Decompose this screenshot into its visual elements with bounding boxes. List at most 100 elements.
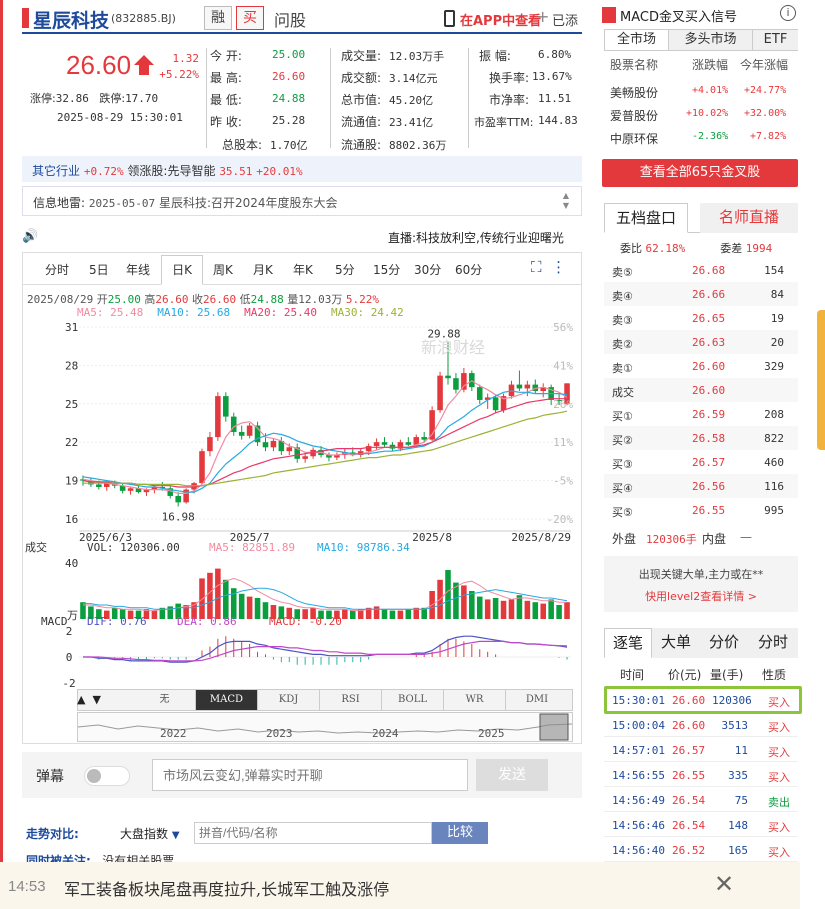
view-all-signals-button[interactable]: 查看全部65只金叉股 (602, 159, 798, 187)
kline-chart-svg[interactable]: 31 28 25 22 19 16 56% 41% 26% 11% -5% -20% 新浪财经29.88… (23, 319, 581, 687)
signal-stock-name[interactable]: 美畅股份 (610, 84, 658, 101)
danmaku-input[interactable] (152, 759, 468, 791)
tab-time-share[interactable]: 分时 (748, 628, 798, 658)
news-mine-row[interactable]: 信息地雷: 2025-05-07 星辰科技:召开2024年度股东大会 ▲ ▼ (22, 186, 582, 216)
orderbook-level: 买④ (612, 482, 633, 495)
volume-bar (151, 610, 158, 619)
tab-monthly-k[interactable]: 月K (253, 261, 273, 278)
indicator-tab-kdj[interactable]: KDJ (258, 690, 320, 710)
leader-stock[interactable]: 先导智能 (167, 164, 215, 178)
indicator-tab-boll[interactable]: BOLL (382, 690, 444, 710)
buy-button[interactable]: 买 (236, 6, 264, 30)
tab-daily-k[interactable]: 日K (161, 255, 203, 285)
trade-price: 26.54 (672, 794, 706, 807)
y-axis-pct-label: 11% (553, 436, 573, 449)
compare-index-select[interactable]: 大盘指数 ▼ (120, 825, 180, 842)
signal-stock-name[interactable]: 中原环保 (610, 130, 658, 147)
tab-30min[interactable]: 30分 (414, 261, 441, 278)
info-icon[interactable]: i (780, 5, 796, 21)
open-in-app-link[interactable]: 在APP中查看 (460, 10, 541, 29)
zoom-out-arrow-icon[interactable]: ▼ (92, 693, 100, 706)
float-shares-value: 8802.36万 (389, 139, 447, 152)
tab-60min[interactable]: 60分 (455, 261, 482, 278)
live-text[interactable]: 科技放利空,传统行业迎曙光 (416, 231, 564, 245)
compare-stock-input[interactable] (194, 822, 432, 844)
level2-link[interactable]: 快用level2查看详情 > (604, 588, 798, 604)
volume-bar (254, 598, 261, 619)
candle-body (270, 440, 277, 448)
ticker-text[interactable]: 军工装备板块尾盘再度拉升,长城军工触及涨停 (64, 876, 389, 900)
bar-vol: 12.03万 (298, 293, 343, 306)
col-price: 价(元) (668, 668, 702, 682)
macd-y-label: 0 (66, 651, 73, 664)
news-ticker[interactable]: 14:53 军工装备板块尾盘再度拉升,长城军工触及涨停 ✕ (0, 862, 800, 909)
fullscreen-icon[interactable]: ⛶ (531, 258, 542, 276)
indicator-tab-macd[interactable]: MACD (196, 690, 258, 710)
indicator-tab-wr[interactable]: WR (444, 690, 506, 710)
tab-tick-by-tick[interactable]: 逐笔 (604, 628, 652, 658)
orderbook-row: 卖① 26.60 329 (604, 354, 798, 378)
time-range-navigator[interactable]: 2022 2023 2024 2025 (77, 712, 573, 742)
tab-expert-live[interactable]: 名师直播 (700, 203, 798, 233)
tab-5day[interactable]: 5日 (89, 261, 109, 278)
signal-row[interactable]: 中原环保 -2.36% +7.82% (610, 126, 796, 150)
orderbook-volume: 460 (764, 456, 784, 469)
margin-button[interactable]: 融 (204, 6, 232, 30)
macd-dea-readout: DEA: 0.86 (177, 615, 237, 628)
macd-signal-title[interactable]: MACD金叉买入信号 (620, 6, 737, 25)
level2-promo[interactable]: 出现关键大单,主力或在** 快用level2查看详情 > (604, 556, 798, 612)
tab-weekly-k[interactable]: 周K (213, 261, 233, 278)
tab-yearly-k[interactable]: 年K (293, 261, 313, 278)
tab-big-orders[interactable]: 大单 (652, 628, 700, 658)
tab-price-dist[interactable]: 分价 (700, 628, 748, 658)
candle-body (437, 375, 443, 411)
tab-five-level[interactable]: 五档盘口 (604, 203, 688, 233)
side-float-tab[interactable] (817, 310, 825, 450)
orderbook-level: 买⑤ (612, 506, 633, 519)
live-broadcast-row[interactable]: 直播:科技放利空,传统行业迎曙光 (388, 229, 564, 246)
close-icon[interactable]: ✕ (714, 870, 734, 898)
amount-label: 成交额: (341, 71, 382, 85)
tab-15min[interactable]: 15分 (373, 261, 400, 278)
trade-time: 14:56:46 (612, 819, 665, 832)
orderbook-price: 26.66 (692, 288, 726, 301)
tab-intraday[interactable]: 分时 (45, 261, 69, 278)
ma30-legend: MA30: 24.42 (330, 306, 404, 319)
indicator-tab-dmi[interactable]: DMI (506, 690, 568, 710)
tab-5min[interactable]: 5分 (335, 261, 355, 278)
tab-bull-market[interactable]: 多头市场 (669, 30, 753, 50)
ask-stock-link[interactable]: 问股 (274, 7, 306, 31)
signal-stock-name[interactable]: 爱普股份 (610, 107, 658, 124)
signal-row[interactable]: 爱普股份 +10.02% +32.00% (610, 103, 796, 127)
order-ratio-row: 委比 62.18% 委差 1994 (620, 240, 772, 256)
signal-row[interactable]: 美畅股份 +4.01% +24.77% (610, 80, 796, 104)
open-label: 今 开: (210, 49, 242, 63)
danmaku-send-button[interactable]: 发送 (476, 759, 548, 791)
indicator-tab-rsi[interactable]: RSI (320, 690, 382, 710)
turnover-label: 换手率: (489, 71, 530, 85)
more-menu-icon[interactable]: ⋮ (551, 258, 566, 276)
y-axis-pct-label: -20% (547, 513, 574, 526)
sector-name[interactable]: 其它行业 (32, 164, 80, 178)
weicha-label: 委差 (720, 242, 743, 255)
plus-icon[interactable]: + (536, 7, 549, 26)
kline-chart-panel: 分时 5日 年线 日K 周K 月K 年K 5分 15分 30分 60分 ⛶ ⋮ … (22, 252, 582, 744)
orderbook-level: 卖① (612, 362, 633, 375)
tab-year-line[interactable]: 年线 (126, 261, 150, 278)
speaker-icon[interactable]: 🔊 (22, 229, 38, 244)
quote-timestamp: 2025-08-29 15:30:01 (57, 111, 183, 124)
tab-etf[interactable]: ETF (753, 30, 798, 50)
danmaku-toggle[interactable] (84, 766, 130, 786)
orderbook-volume: 116 (764, 480, 784, 493)
news-scroll-arrows-icon[interactable]: ▲ ▼ (563, 191, 569, 211)
tab-all-market[interactable]: 全市场 (605, 30, 669, 50)
zoom-in-arrow-icon[interactable]: ▲ (77, 693, 85, 706)
volume-value: 12.03万手 (389, 50, 445, 63)
col-time: 时间 (620, 668, 645, 682)
added-to-watchlist[interactable]: 已添 (552, 10, 578, 29)
volume-bar (540, 603, 547, 619)
indicator-tab-none[interactable]: 无 (134, 690, 196, 710)
news-text[interactable]: 星辰科技:召开2024年度股东大会 (159, 196, 338, 210)
ma-legend: MA5: 25.48 MA10: 25.68 MA20: 25.40 MA30:… (77, 306, 404, 319)
compare-button[interactable]: 比较 (432, 822, 488, 844)
